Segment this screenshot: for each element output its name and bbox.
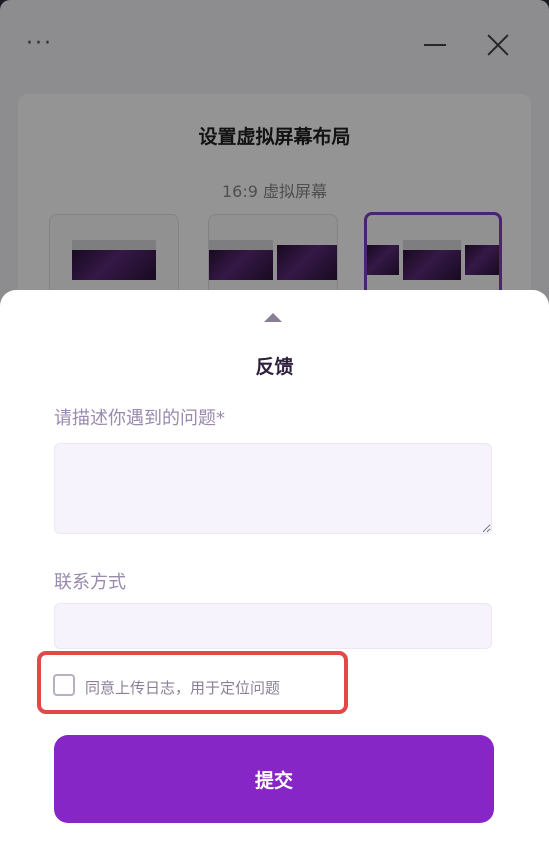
contact-label: 联系方式	[54, 572, 126, 593]
feedback-sheet: 反馈 请描述你遇到的问题* 联系方式 同意上传日志，用于定位问题 提交	[0, 290, 549, 851]
problem-label: 请描述你遇到的问题*	[54, 408, 225, 429]
log-upload-checkbox[interactable]	[53, 674, 75, 696]
log-upload-consent-label[interactable]: 同意上传日志，用于定位问题	[85, 677, 280, 698]
caret-up-icon[interactable]	[264, 313, 282, 322]
feedback-title: 反馈	[255, 356, 294, 378]
problem-description-field[interactable]	[54, 443, 492, 534]
contact-field[interactable]	[54, 603, 492, 649]
submit-button[interactable]: 提交	[54, 735, 494, 823]
